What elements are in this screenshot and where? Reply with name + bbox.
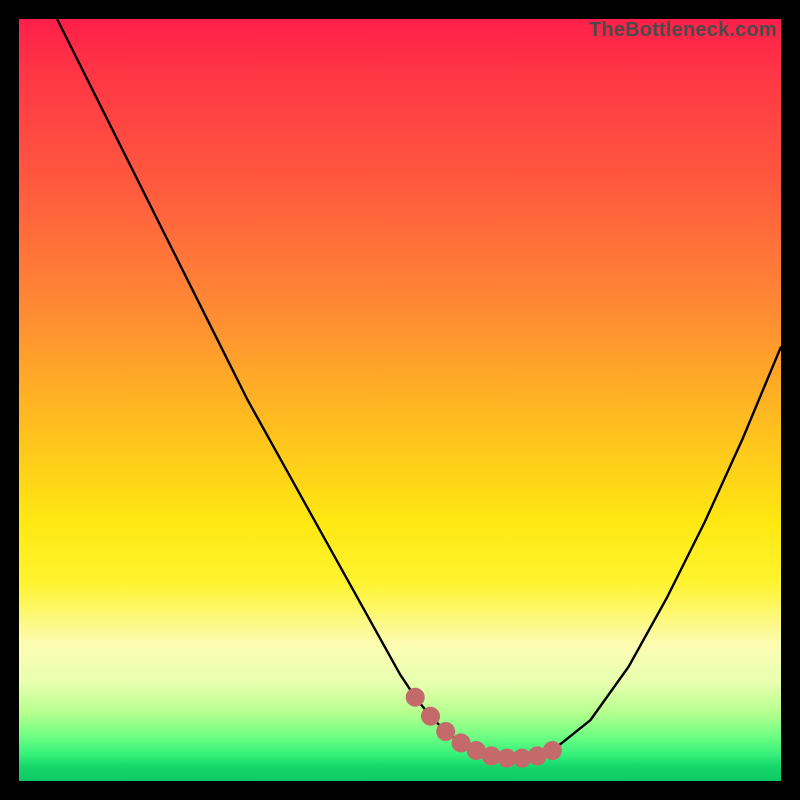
marker-dot xyxy=(437,723,455,741)
chart-frame: TheBottleneck.com xyxy=(0,0,800,800)
plot-area: TheBottleneck.com xyxy=(19,19,781,781)
marker-dot xyxy=(422,707,440,725)
bottleneck-curve-path xyxy=(57,19,781,758)
marker-dot xyxy=(543,742,561,760)
bottleneck-curve-svg xyxy=(19,19,781,781)
flat-region-markers xyxy=(406,688,561,767)
marker-dot xyxy=(406,688,424,706)
